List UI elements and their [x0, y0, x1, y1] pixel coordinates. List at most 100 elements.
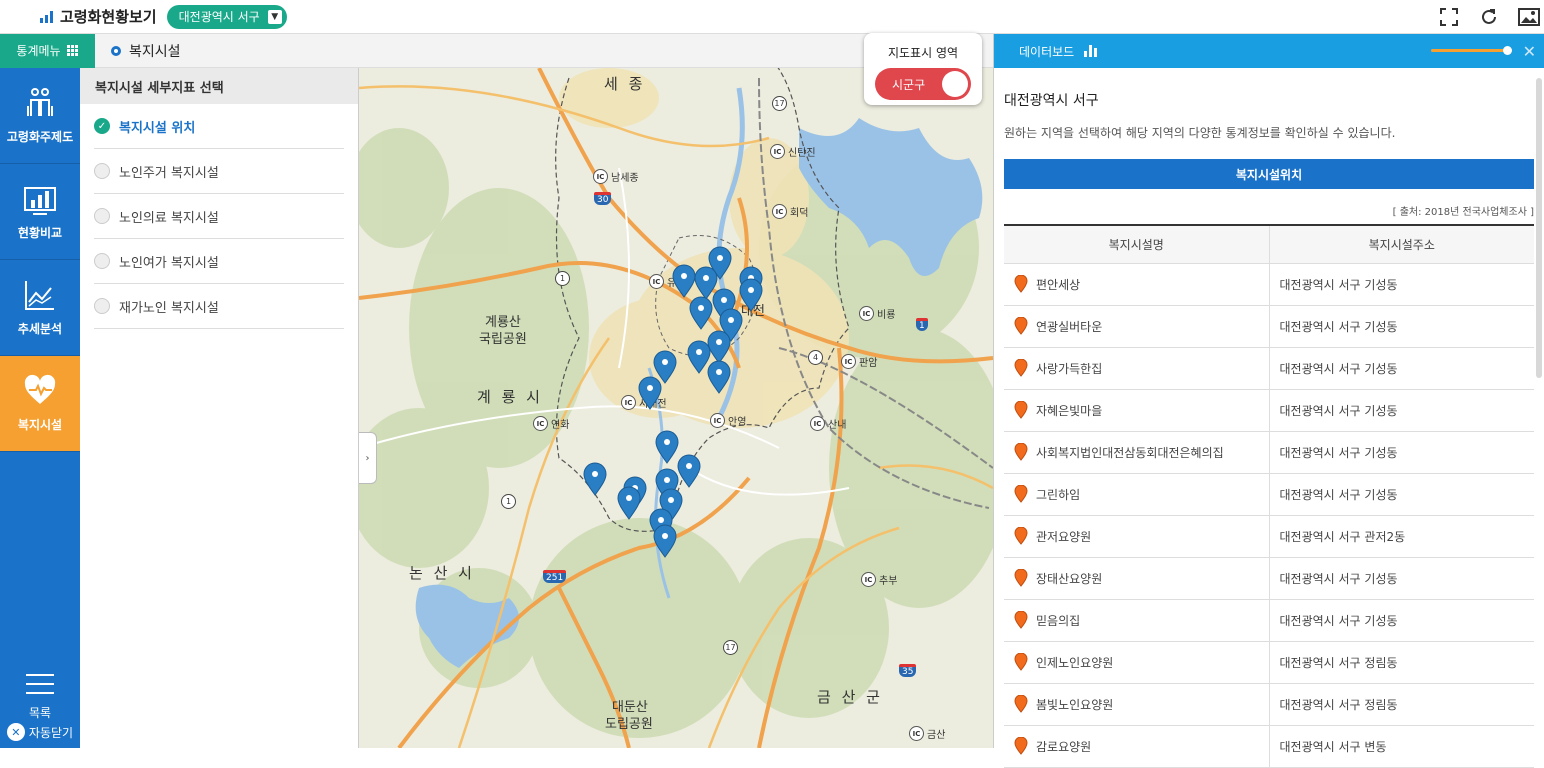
- location-pin-icon: [1014, 527, 1028, 545]
- table-row[interactable]: 봄빛노인요양원 대전광역시 서구 정림동: [1004, 683, 1534, 726]
- map-label-provincial-park: 도립공원: [605, 717, 653, 732]
- route-marker: 251: [543, 570, 567, 583]
- table-row[interactable]: 사회복지법인대전삼동회대전은혜의집 대전광역시 서구 기성동: [1004, 431, 1534, 474]
- filter-option-label: 노인주거 복지시설: [119, 165, 219, 181]
- nav-item-status-compare[interactable]: 현황비교: [0, 164, 80, 260]
- filter-option-residential[interactable]: 노인주거 복지시설: [94, 149, 344, 194]
- region-select[interactable]: 대전광역시 서구 ▼: [166, 4, 287, 29]
- panel-collapse-tab[interactable]: ›: [359, 432, 377, 484]
- stat-menu-label: 통계메뉴: [16, 44, 61, 58]
- facility-name: 연광실버타운: [1036, 319, 1103, 334]
- refresh-icon[interactable]: [1478, 6, 1500, 28]
- ic-label: 비룡: [877, 310, 896, 321]
- table-row[interactable]: 그린하임 대전광역시 서구 기성동: [1004, 473, 1534, 516]
- facility-pin-icon[interactable]: [638, 376, 662, 410]
- route-marker: 17: [723, 640, 738, 655]
- facility-table: 복지시설명 복지시설주소 편안세상 대전광역시 서구 기성동 연광실버타운 대전광역시…: [1004, 224, 1534, 768]
- facility-pin-icon[interactable]: [689, 296, 713, 330]
- facility-name-cell: 그린하임: [1004, 473, 1270, 516]
- facility-address: 대전광역시 서구 기성동: [1269, 389, 1534, 432]
- facility-address: 대전광역시 서구 기성동: [1269, 557, 1534, 600]
- nav-item-aging-theme[interactable]: 고령화주제도: [0, 68, 80, 164]
- facility-name-cell: 사회복지법인대전삼동회대전은혜의집: [1004, 431, 1270, 474]
- facility-pin-icon[interactable]: [617, 486, 641, 520]
- ic-marker: IC 신탄진: [770, 144, 816, 159]
- trend-line-icon: [25, 281, 54, 310]
- nav-item-trend-analysis[interactable]: 추세분석: [0, 260, 80, 356]
- slider-handle[interactable]: [1503, 46, 1512, 55]
- tab-facility-location[interactable]: 복지시설위치: [1004, 159, 1534, 189]
- table-row[interactable]: 사랑가득한집 대전광역시 서구 기성동: [1004, 347, 1534, 390]
- bar-chart-logo-icon: [40, 10, 54, 23]
- table-row[interactable]: 믿음의집 대전광역시 서구 기성동: [1004, 599, 1534, 642]
- facility-name-cell: 감로요양원: [1004, 725, 1270, 768]
- location-pin-icon: [1014, 653, 1028, 671]
- filter-option-home-care[interactable]: 재가노인 복지시설: [94, 284, 344, 329]
- sub-bar: 통계메뉴 복지시설: [0, 33, 993, 68]
- ic-label: 연화: [551, 420, 570, 431]
- data-board-header: 데이터보드 ✕: [994, 34, 1544, 68]
- data-board-body: 대전광역시 서구 원하는 지역을 선택하여 해당 지역의 다양한 통계정보를 확…: [994, 90, 1544, 768]
- map-area[interactable]: 세 종 계룡산 국립공원 계 룡 시 논 산 시 금 산 군 대둔산 도립공원 …: [359, 68, 993, 748]
- table-row[interactable]: 편안세상 대전광역시 서구 기성동: [1004, 263, 1534, 306]
- close-icon[interactable]: ✕: [1523, 42, 1536, 61]
- list-label[interactable]: 목록: [29, 704, 51, 721]
- scrollbar[interactable]: [1536, 78, 1542, 378]
- table-row[interactable]: 관저요양원 대전광역시 서구 관저2동: [1004, 515, 1534, 558]
- facility-pin-icon[interactable]: [707, 360, 731, 394]
- map-label-gyeryong-city: 계 룡 시: [477, 388, 543, 406]
- menu-icon[interactable]: [26, 674, 54, 694]
- filter-option-leisure[interactable]: 노인여가 복지시설: [94, 239, 344, 284]
- facility-name-cell: 사랑가득한집: [1004, 347, 1270, 390]
- table-row[interactable]: 자혜은빛마을 대전광역시 서구 기성동: [1004, 389, 1534, 432]
- location-pin-icon: [1014, 611, 1028, 629]
- opacity-slider[interactable]: [1431, 46, 1512, 55]
- facility-pin-icon[interactable]: [672, 264, 696, 298]
- ic-marker: IC 남세종: [593, 169, 639, 184]
- facility-pin-icon[interactable]: [583, 462, 607, 496]
- facility-name: 사랑가득한집: [1036, 361, 1103, 376]
- facility-pin-icon[interactable]: [677, 454, 701, 488]
- facility-name-cell: 인제노인요양원: [1004, 641, 1270, 684]
- filter-option-facility-location[interactable]: ✓ 복지시설 위치: [94, 104, 344, 149]
- left-nav: 고령화주제도 현황비교 추세분석 복지시설 목록 ✕ 자동닫기: [0, 68, 80, 748]
- ic-label: 산내: [828, 420, 847, 431]
- facility-address: 대전광역시 서구 정림동: [1269, 683, 1534, 726]
- stat-menu-button[interactable]: 통계메뉴: [0, 33, 95, 68]
- autoclose-toggle[interactable]: ✕ 자동닫기: [6, 723, 73, 741]
- facility-name: 믿음의집: [1036, 613, 1081, 628]
- sigungu-toggle[interactable]: 시군구: [875, 68, 971, 100]
- facility-pin-icon[interactable]: [655, 430, 679, 464]
- facility-pin-icon[interactable]: [739, 278, 763, 312]
- ic-marker: IC 판암: [841, 354, 877, 369]
- heart-pulse-icon: [24, 374, 56, 404]
- location-pin-icon: [1014, 317, 1028, 335]
- ic-marker: IC 금산: [909, 726, 945, 741]
- bullet-icon: [111, 45, 121, 56]
- fullscreen-icon[interactable]: [1438, 6, 1460, 28]
- ic-marker: IC 회덕: [772, 204, 808, 219]
- ic-marker: IC 연화: [533, 416, 569, 431]
- filter-option-medical[interactable]: 노인의료 복지시설: [94, 194, 344, 239]
- facility-address: 대전광역시 서구 변동: [1269, 725, 1534, 768]
- column-header: 복지시설주소: [1269, 225, 1534, 264]
- nav-label: 추세분석: [17, 322, 63, 336]
- image-save-icon[interactable]: [1518, 6, 1540, 28]
- facility-name-cell: 자혜은빛마을: [1004, 389, 1270, 432]
- facility-name-cell: 장태산요양원: [1004, 557, 1270, 600]
- region-select-value: 대전광역시 서구: [178, 10, 260, 24]
- map-label-nonsan-city: 논 산 시: [409, 564, 475, 582]
- nav-item-welfare-facility[interactable]: 복지시설: [0, 356, 80, 452]
- nav-bottom: 목록 ✕ 자동닫기: [0, 668, 80, 748]
- table-row[interactable]: 감로요양원 대전광역시 서구 변동: [1004, 725, 1534, 768]
- data-board-panel: 데이터보드 ✕ 대전광역시 서구 원하는 지역을 선택하여 해당 지역의 다양한…: [993, 34, 1544, 768]
- filter-option-label: 재가노인 복지시설: [119, 300, 219, 316]
- nav-label: 복지시설: [17, 418, 63, 432]
- facility-pin-icon[interactable]: [653, 524, 677, 558]
- table-row[interactable]: 장태산요양원 대전광역시 서구 기성동: [1004, 557, 1534, 600]
- nav-label: 현황비교: [17, 226, 63, 240]
- table-row[interactable]: 인제노인요양원 대전광역시 서구 정림동: [1004, 641, 1534, 684]
- map-label-national-park: 국립공원: [479, 332, 527, 347]
- table-row[interactable]: 연광실버타운 대전광역시 서구 기성동: [1004, 305, 1534, 348]
- grid-icon: [66, 44, 79, 57]
